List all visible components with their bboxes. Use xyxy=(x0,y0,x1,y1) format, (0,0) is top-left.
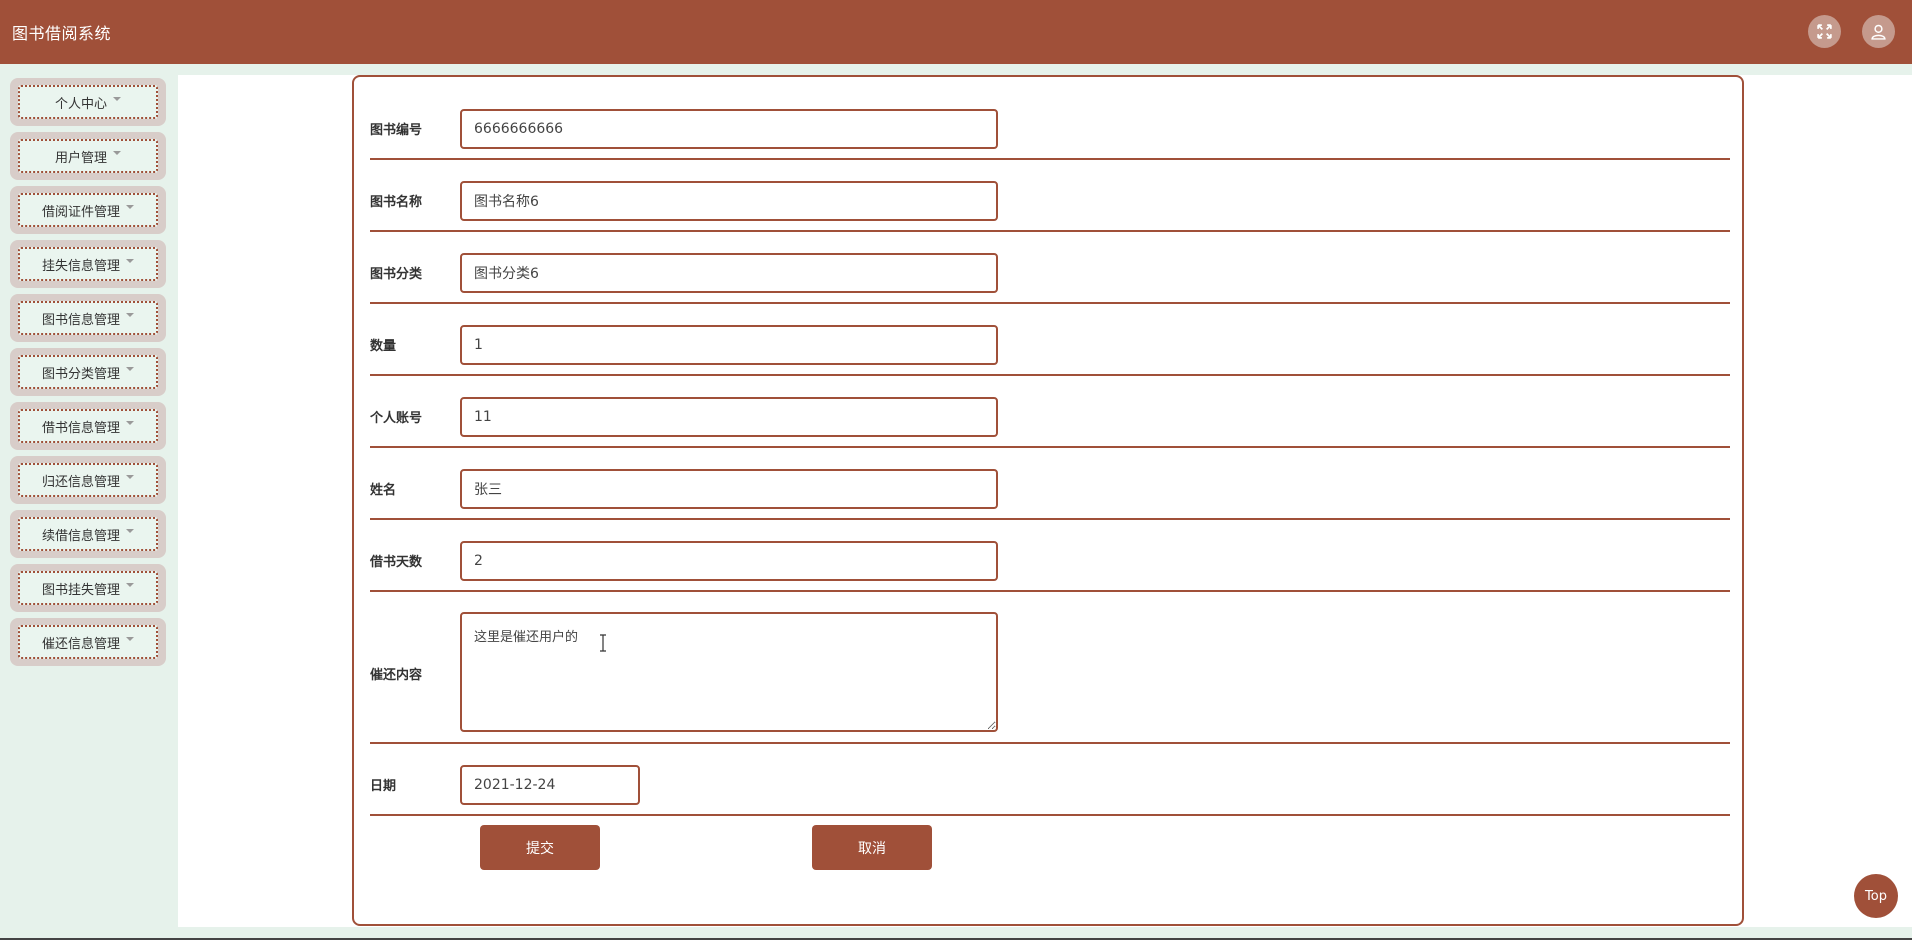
text-cursor-icon xyxy=(600,634,606,652)
quantity-input[interactable] xyxy=(460,325,998,365)
form-row-book-number: 图书编号 xyxy=(370,77,1730,160)
sidebar-item-reminder-info-management[interactable]: 催还信息管理 xyxy=(10,618,166,666)
book-name-label: 图书名称 xyxy=(370,195,423,210)
name-label: 姓名 xyxy=(370,483,397,498)
app-title: 图书借阅系统 xyxy=(12,24,112,43)
sidebar-item-label: 图书信息管理 xyxy=(41,312,120,328)
book-category-label: 图书分类 xyxy=(370,267,423,282)
account-input[interactable] xyxy=(460,397,998,437)
back-to-top-button[interactable]: Top xyxy=(1854,874,1898,918)
form-row-borrow-days: 借书天数 xyxy=(370,520,1730,592)
form-row-name: 姓名 xyxy=(370,448,1730,520)
sidebar-item-label: 用户管理 xyxy=(54,150,107,166)
caret-down-icon xyxy=(126,313,134,317)
reminder-content-label: 催还内容 xyxy=(370,668,423,683)
form-row-account: 个人账号 xyxy=(370,376,1730,448)
caret-down-icon xyxy=(126,421,134,425)
borrow-days-input[interactable] xyxy=(460,541,998,581)
book-number-label: 图书编号 xyxy=(370,123,423,138)
caret-down-icon xyxy=(126,259,134,263)
sidebar-item-label: 借阅证件管理 xyxy=(41,204,120,220)
sidebar-item-label: 个人中心 xyxy=(54,96,107,112)
sidebar-item-label: 图书分类管理 xyxy=(41,366,120,382)
sidebar-item-label: 归还信息管理 xyxy=(41,474,120,490)
date-input[interactable] xyxy=(460,765,640,805)
caret-down-icon xyxy=(113,97,121,101)
account-label: 个人账号 xyxy=(370,411,423,426)
sidebar-item-label: 续借信息管理 xyxy=(41,528,120,544)
caret-down-icon xyxy=(126,583,134,587)
sidebar-item-label: 催还信息管理 xyxy=(41,636,120,652)
top-header: 图书借阅系统 xyxy=(0,0,1912,64)
sidebar-item-loss-report-management[interactable]: 挂失信息管理 xyxy=(10,240,166,288)
reminder-form: 图书编号 图书名称 图书分类 数量 个人账号 姓名 借书天数 催还内容 这里是催… xyxy=(352,75,1744,926)
sidebar-item-renewal-info-management[interactable]: 续借信息管理 xyxy=(10,510,166,558)
sidebar-item-return-info-management[interactable]: 归还信息管理 xyxy=(10,456,166,504)
caret-down-icon xyxy=(126,637,134,641)
submit-button[interactable]: 提交 xyxy=(480,825,600,870)
form-row-reminder-content: 催还内容 这里是催还用户的 xyxy=(370,592,1730,744)
sidebar-item-library-card-management[interactable]: 借阅证件管理 xyxy=(10,186,166,234)
caret-down-icon xyxy=(126,475,134,479)
caret-down-icon xyxy=(126,367,134,371)
caret-down-icon xyxy=(126,205,134,209)
sidebar-item-user-management[interactable]: 用户管理 xyxy=(10,132,166,180)
sidebar-item-personal-center[interactable]: 个人中心 xyxy=(10,78,166,126)
sidebar-item-label: 图书挂失管理 xyxy=(41,582,120,598)
user-icon xyxy=(1871,24,1886,40)
sidebar-item-label: 挂失信息管理 xyxy=(41,258,120,274)
sidebar-item-book-info-management[interactable]: 图书信息管理 xyxy=(10,294,166,342)
form-row-date: 日期 xyxy=(370,744,1730,816)
sidebar-item-book-loss-management[interactable]: 图书挂失管理 xyxy=(10,564,166,612)
reminder-content-textarea[interactable]: 这里是催还用户的 xyxy=(460,612,998,732)
name-input[interactable] xyxy=(460,469,998,509)
form-row-quantity: 数量 xyxy=(370,304,1730,376)
caret-down-icon xyxy=(113,151,121,155)
caret-down-icon xyxy=(126,529,134,533)
sidebar-item-book-category-management[interactable]: 图书分类管理 xyxy=(10,348,166,396)
sidebar-item-borrow-info-management[interactable]: 借书信息管理 xyxy=(10,402,166,450)
quantity-label: 数量 xyxy=(370,339,397,354)
form-row-book-category: 图书分类 xyxy=(370,232,1730,304)
fullscreen-button[interactable] xyxy=(1808,15,1841,48)
date-label: 日期 xyxy=(370,779,397,794)
fullscreen-icon xyxy=(1817,24,1832,39)
book-category-input[interactable] xyxy=(460,253,998,293)
sidebar: 个人中心 用户管理 借阅证件管理 挂失信息管理 图书信息管理 图书分类管理 借书… xyxy=(0,64,178,940)
borrow-days-label: 借书天数 xyxy=(370,555,423,570)
book-name-input[interactable] xyxy=(460,181,998,221)
cancel-button[interactable]: 取消 xyxy=(812,825,932,870)
user-avatar-button[interactable] xyxy=(1862,15,1895,48)
sidebar-item-label: 借书信息管理 xyxy=(41,420,120,436)
book-number-input[interactable] xyxy=(460,109,998,149)
form-row-book-name: 图书名称 xyxy=(370,160,1730,232)
